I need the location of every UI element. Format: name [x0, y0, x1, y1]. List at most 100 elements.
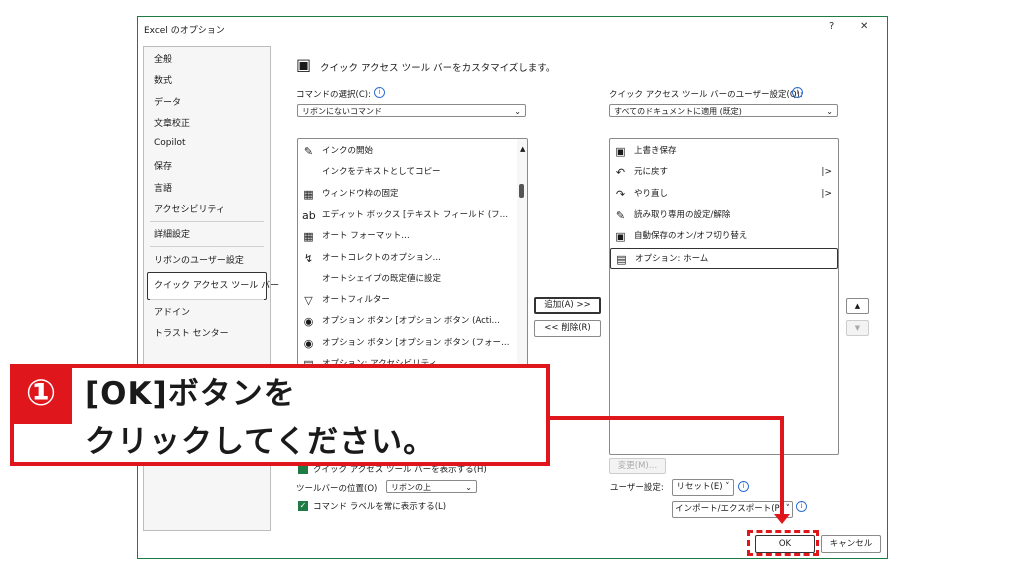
list-item[interactable]: ▤ オプション: ホーム — [610, 247, 838, 269]
list-item-label: 自動保存のオン/オフ切り替え — [634, 231, 748, 242]
nav-item[interactable]: 詳細設定 — [154, 227, 190, 240]
always-labels-label: コマンド ラベルを常に表示する(L) — [313, 502, 447, 512]
cancel-button[interactable]: キャンセル — [821, 535, 881, 553]
info-icon[interactable]: i — [792, 87, 803, 98]
qat-label: クイック アクセス ツール バーのユーザー設定(Q): — [609, 90, 803, 100]
dialog-title: Excel のオプション — [144, 26, 225, 36]
pointer-line — [550, 416, 784, 420]
command-icon: ▦ — [303, 230, 314, 244]
info-icon[interactable]: i — [374, 87, 385, 98]
commands-label: コマンドの選択(C): — [296, 90, 371, 100]
step-number-badge: ① — [10, 364, 72, 424]
list-item-label: インクの開始 — [322, 146, 374, 156]
list-item[interactable]: インクをテキストとしてコピー — [298, 162, 527, 183]
list-item[interactable]: ✎ インクの開始 — [298, 141, 527, 162]
qat-list[interactable]: ▣ 上書き保存 ↶ 元に戻す |> ↷ やり直し |> ✎ 読み取り専用の設定/解除 ▣ 自動保存のオ… — [609, 138, 839, 455]
list-item-label: ウィンドウ枠の固定 — [322, 188, 399, 199]
command-icon: ab — [302, 208, 316, 222]
list-item[interactable]: ◉ オプション ボタン [オプション ボタン (Acti… — [298, 311, 527, 332]
move-down-button[interactable]: ▼ — [846, 320, 869, 336]
nav-item[interactable]: 文章校正 — [154, 116, 190, 129]
list-item[interactable]: ab エディット ボックス [テキスト フィールド (フ… — [298, 205, 527, 226]
list-item[interactable]: オートシェイプの既定値に設定 — [298, 269, 527, 290]
qat-scope-select[interactable]: すべてのドキュメントに適用 (既定) ⌄ — [609, 104, 838, 117]
chevron-down-icon: ⌄ — [514, 107, 521, 116]
ok-highlight-box — [747, 530, 819, 556]
nav-item[interactable]: データ — [154, 95, 181, 108]
nav-item[interactable]: 保存 — [154, 159, 172, 172]
nav-item[interactable]: アクセシビリティ — [154, 202, 225, 215]
command-icon: ▣ — [615, 230, 626, 244]
nav-item[interactable]: クイック アクセス ツール バー — [154, 278, 279, 291]
list-item-label: オプション ボタン [オプション ボタン (フォー… — [322, 337, 510, 348]
command-icon: ▤ — [616, 252, 627, 266]
list-item-label: オート フォーマット… — [322, 231, 410, 242]
list-item-label: 元に戻す — [634, 167, 669, 178]
list-item-label: オートシェイプの既定値に設定 — [322, 273, 442, 284]
add-button[interactable]: 追加(A) >> — [534, 297, 601, 314]
list-item[interactable]: ▦ オート フォーマット… — [298, 226, 527, 247]
list-item[interactable]: ▣ 自動保存のオン/オフ切り替え — [610, 226, 838, 247]
list-item-label: オートフィルター — [322, 295, 390, 306]
list-item-label: オートコレクトのオプション… — [322, 252, 442, 263]
list-item[interactable]: ↶ 元に戻す |> — [610, 162, 838, 183]
page-title: クイック アクセス ツール バーをカスタマイズします。 — [320, 63, 556, 74]
instruction-line-2: クリックしてください。 — [85, 424, 436, 460]
command-icon: ✎ — [615, 208, 626, 222]
always-labels-checkbox[interactable]: ✓ — [298, 501, 308, 511]
list-item[interactable]: ▦ ウィンドウ枠の固定 — [298, 184, 527, 205]
reset-button[interactable]: リセット(E) ˅ — [672, 479, 734, 496]
list-item-label: 上書き保存 — [634, 146, 677, 156]
nav-separator — [150, 246, 264, 247]
list-item[interactable]: ↯ オートコレクトのオプション… — [298, 248, 527, 269]
command-icon: ◉ — [303, 336, 314, 350]
nav-item[interactable]: 数式 — [154, 73, 172, 86]
remove-button[interactable]: << 削除(R) — [534, 320, 601, 337]
nav-item[interactable]: Copilot — [154, 138, 186, 148]
list-item-label: やり直し — [634, 188, 669, 199]
command-icon: ▣ — [615, 145, 626, 158]
move-up-button[interactable]: ▲ — [846, 298, 869, 314]
command-icon — [302, 273, 315, 286]
command-icon: ↯ — [303, 251, 314, 265]
help-button[interactable]: ? — [829, 21, 834, 32]
instruction-line-1: [OK]ボタンを — [85, 376, 296, 412]
list-item[interactable]: ✎ 読み取り専用の設定/解除 — [610, 205, 838, 226]
command-icon: ▦ — [303, 187, 314, 201]
list-item[interactable]: ↷ やり直し |> — [610, 184, 838, 205]
nav-separator — [150, 221, 264, 222]
pointer-line — [780, 416, 784, 516]
list-item[interactable]: ◉ オプション ボタン [オプション ボタン (フォー… — [298, 333, 527, 354]
command-icon — [302, 166, 315, 179]
command-icon: ▽ — [304, 294, 313, 308]
nav-item[interactable]: 言語 — [154, 181, 172, 194]
command-icon: ◉ — [303, 315, 314, 329]
command-icon: ↶ — [615, 166, 626, 180]
nav-item[interactable]: アドイン — [154, 305, 190, 318]
list-item[interactable]: ▣ 上書き保存 — [610, 141, 838, 162]
modify-button[interactable]: 変更(M)… — [609, 458, 666, 474]
excel-options-dialog: Excel のオプション ? ✕ 全般数式データ文章校正 Copilot 保存言語ア… — [137, 16, 888, 559]
list-item-label: オプション: ホーム — [635, 253, 709, 264]
chevron-down-icon: ⌄ — [826, 107, 833, 116]
nav-item[interactable]: リボンのユーザー設定 — [154, 253, 244, 266]
submenu-arrow-icon: |> — [821, 188, 832, 199]
qat-customize-icon: ▣ — [296, 55, 312, 74]
commands-select[interactable]: リボンにないコマンド ⌄ — [297, 104, 526, 117]
info-icon[interactable]: i — [738, 481, 749, 492]
position-label: ツールバーの位置(O) — [296, 484, 378, 494]
arrow-down-icon — [774, 514, 790, 524]
info-icon[interactable]: i — [796, 501, 807, 512]
position-select[interactable]: リボンの上 ⌄ — [386, 480, 477, 493]
list-item[interactable]: ▽ オートフィルター — [298, 290, 527, 311]
nav-item[interactable]: トラスト センター — [154, 326, 229, 339]
chevron-down-icon: ⌄ — [465, 483, 472, 492]
command-icon: ✎ — [303, 145, 314, 158]
list-item-label: オプション ボタン [オプション ボタン (Acti… — [322, 316, 500, 327]
submenu-arrow-icon: |> — [821, 167, 832, 178]
nav-separator — [150, 299, 264, 300]
list-item-label: インクをテキストとしてコピー — [322, 167, 441, 178]
nav-item[interactable]: 全般 — [154, 52, 172, 65]
user-settings-label: ユーザー設定: — [610, 483, 664, 493]
close-button[interactable]: ✕ — [860, 21, 868, 32]
